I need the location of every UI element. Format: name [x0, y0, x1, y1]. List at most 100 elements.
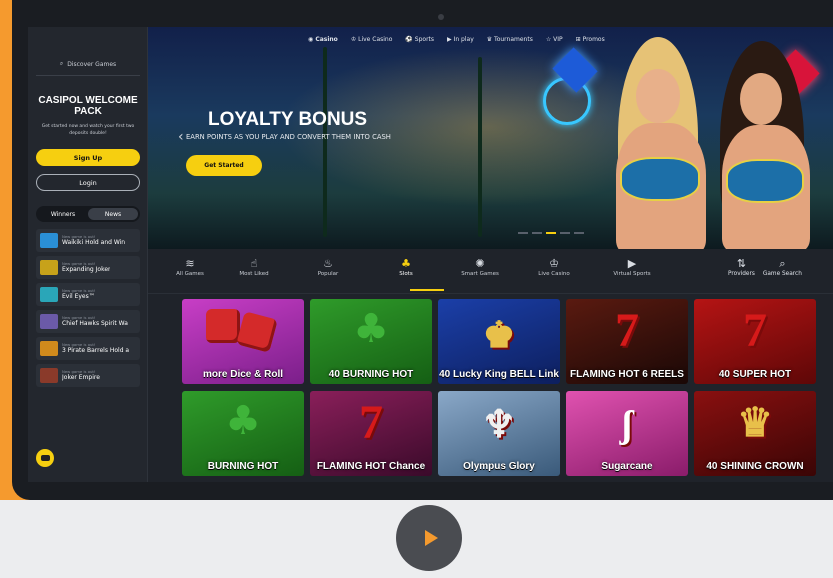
game-thumbnail [40, 341, 58, 356]
nav-item-tournaments[interactable]: ♛ Tournaments [487, 36, 533, 43]
game-title: more Dice & Roll [202, 369, 284, 380]
providers-label: Providers [728, 271, 755, 277]
hero-banner[interactable]: ◉ Casino ♔ Live Casino ⚽ Sports ▶ In play ♛ … [148, 27, 833, 249]
chat-icon [40, 455, 50, 461]
game-title: FLAMING HOT Chance [316, 461, 426, 472]
nav-item-vip[interactable]: ☆ VIP [546, 36, 563, 43]
sign-up-button[interactable]: Sign Up [36, 149, 140, 166]
discover-games-search[interactable]: ⌕ Discover Games [36, 57, 140, 71]
game-title: Sugarcane [601, 461, 653, 472]
category-bar: ≋ All Games ☝ Most Liked ♨ Popular ♣ Slots ✺ Smar… [148, 249, 833, 294]
hero-subtitle: EARN POINTS AS YOU PLAY AND CONVERT THEM… [186, 133, 391, 141]
news-game-name: Waikiki Hold and Win [62, 239, 126, 246]
game-search-label: Game Search [762, 271, 802, 277]
nav-item-label: Casino [315, 35, 338, 43]
carousel-dot[interactable] [574, 232, 584, 234]
news-item[interactable]: New game is out! Waikiki Hold and Win [36, 229, 140, 252]
game-tile[interactable]: ʃ Sugarcane [566, 391, 688, 476]
nav-item-label: Promos [582, 35, 605, 43]
nav-item-in-play[interactable]: ▶ In play [447, 36, 474, 43]
game-search-button[interactable]: ⌕ Game Search [763, 257, 802, 277]
palm-trunk [478, 57, 482, 237]
welcome-subtitle: Get started now and watch your first two… [41, 124, 135, 136]
nav-item-label: Sports [414, 35, 435, 43]
nav-item-live-casino[interactable]: ♔ Live Casino [351, 36, 393, 43]
camera-dot [438, 14, 444, 20]
palm-trunk [323, 47, 327, 237]
news-game-name: Chief Hawks Spirit Wa [62, 320, 128, 327]
news-list: New game is out! Waikiki Hold and Win New … [36, 229, 140, 391]
news-text: New game is out! Waikiki Hold and Win [62, 234, 125, 247]
category-label: Slots [399, 271, 413, 277]
layers-icon: ≋ [185, 257, 195, 270]
chevron-left-icon[interactable]: ‹ [178, 129, 184, 145]
game-tile[interactable]: 7 40 SUPER HOT [694, 299, 816, 384]
game-tile[interactable]: ♚ 40 Lucky King BELL Link [438, 299, 560, 384]
category-most-liked[interactable]: ☝ Most Liked [222, 257, 286, 277]
dealer-icon: ♔ [549, 257, 559, 270]
game-thumbnail [40, 260, 58, 275]
smart-icon: ✺ [475, 257, 485, 270]
game-tile[interactable]: ♣ BURNING HOT [182, 391, 304, 476]
game-thumbnail [40, 287, 58, 302]
carousel-dot-active[interactable] [546, 232, 556, 234]
get-started-button[interactable]: Get Started [186, 155, 262, 176]
king-symbol: ♚ [482, 315, 516, 355]
seven-symbol: 7 [615, 304, 639, 357]
search-icon: ⌕ [59, 60, 64, 67]
dice-symbol [206, 309, 240, 343]
sliders-icon: ⇅ [736, 257, 747, 270]
news-game-name: Evil Eyes™ [62, 293, 95, 300]
nav-item-casino[interactable]: ◉ Casino [308, 36, 338, 43]
providers-button[interactable]: ⇅ Providers [728, 257, 755, 277]
news-text: New game is out! Chief Hawks Spirit Wa [62, 315, 128, 328]
chat-button[interactable] [36, 449, 54, 467]
carousel-dot[interactable] [560, 232, 570, 234]
carousel-dot[interactable] [518, 232, 528, 234]
nav-item-label: Tournaments [494, 35, 533, 43]
ball-icon: ⚽ [405, 35, 415, 43]
nav-item-promos[interactable]: ⊞ Promos [576, 36, 605, 43]
category-live-casino[interactable]: ♔ Live Casino [522, 257, 586, 277]
play-screen-icon: ▶ [627, 257, 637, 270]
woman-brunette-swimsuit [726, 159, 804, 203]
login-button[interactable]: Login [36, 174, 140, 191]
news-item[interactable]: New game is out! Evil Eyes™ [36, 283, 140, 306]
tab-news[interactable]: News [88, 208, 138, 220]
carousel-dot[interactable] [532, 232, 542, 234]
game-tile[interactable]: ♛ 40 SHINING CROWN [694, 391, 816, 476]
game-title: 40 SHINING CROWN [706, 461, 804, 472]
category-virtual-sports[interactable]: ▶ Virtual Sports [600, 257, 664, 277]
game-title: Olympus Glory [463, 461, 535, 472]
clover-symbol: ♣ [353, 306, 389, 352]
news-text: New game is out! Joker Empire [62, 369, 100, 382]
candy-cane-symbol: ʃ [621, 404, 633, 446]
play-video-button[interactable] [396, 505, 462, 571]
zeus-symbol: ♆ [481, 404, 517, 446]
game-title: 40 BURNING HOT [328, 369, 414, 380]
game-tile[interactable]: ♣ 40 BURNING HOT [310, 299, 432, 384]
category-slots[interactable]: ♣ Slots [374, 257, 438, 277]
crown-symbol: ♛ [737, 400, 773, 445]
category-popular[interactable]: ♨ Popular [296, 257, 360, 277]
game-tile[interactable]: more Dice & Roll [182, 299, 304, 384]
game-thumbnail [40, 314, 58, 329]
game-tile[interactable]: 7 FLAMING HOT Chance [310, 391, 432, 476]
game-title: FLAMING HOT 6 REELS [570, 369, 684, 380]
category-smart-games[interactable]: ✺ Smart Games [448, 257, 512, 277]
news-item[interactable]: New game is out! 3 Pirate Barrels Hold a [36, 337, 140, 360]
nav-item-sports[interactable]: ⚽ Sports [405, 36, 434, 43]
category-all-games[interactable]: ≋ All Games [158, 257, 222, 277]
game-tile[interactable]: 7 FLAMING HOT 6 REELS [566, 299, 688, 384]
news-item[interactable]: New game is out! Expanding Joker [36, 256, 140, 279]
news-game-name: Joker Empire [62, 374, 100, 381]
news-text: New game is out! 3 Pirate Barrels Hold a [62, 342, 129, 355]
news-item[interactable]: New game is out! Joker Empire [36, 364, 140, 387]
category-label: Smart Games [461, 271, 499, 277]
game-tile[interactable]: ♆ Olympus Glory [438, 391, 560, 476]
nav-item-label: VIP [553, 35, 563, 43]
news-item[interactable]: New game is out! Chief Hawks Spirit Wa [36, 310, 140, 333]
cherries-icon: ♣ [401, 257, 411, 270]
tab-winners[interactable]: Winners [38, 208, 88, 220]
gift-icon: ⊞ [575, 35, 583, 43]
